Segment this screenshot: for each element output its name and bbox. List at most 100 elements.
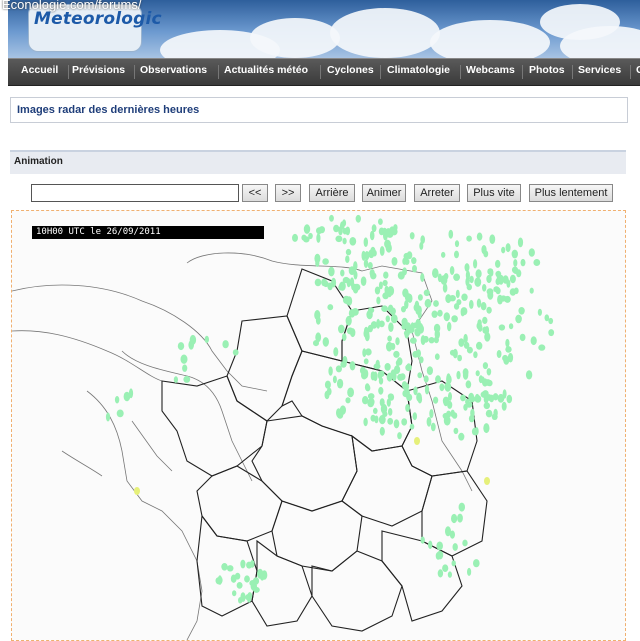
radar-echo [442,283,448,293]
nav-item-climatologie[interactable]: Climatologie [387,64,450,76]
radar-echo [226,565,234,572]
radar-echo [387,393,394,400]
slower-button[interactable]: Plus lentement [529,184,613,202]
radar-echo [114,396,120,404]
radar-echo [497,294,503,305]
radar-echo [204,335,209,343]
radar-echo [453,303,460,310]
radar-echo [333,347,339,357]
radar-echo [379,246,385,256]
nav-item-cyclones[interactable]: Cyclones [327,64,374,76]
radar-echo [474,427,479,436]
radar-echo [417,294,423,301]
radar-timestamp: 10H00 UTC le 26/09/2011 [36,227,161,237]
radar-echo [373,407,378,414]
radar-echo [444,381,452,392]
nav-item-services[interactable]: Services [578,64,621,76]
radar-echo [428,337,435,344]
radar-echo [525,370,533,380]
radar-echo [502,354,509,362]
radar-echo [434,329,440,340]
radar-echo [519,333,526,342]
nav-item-observations[interactable]: Observations [140,64,207,76]
radar-echo [452,543,458,551]
radar-echo [429,409,434,419]
radar-echo [405,364,412,372]
radar-echo [410,322,415,332]
radar-echo [338,284,345,291]
radar-echo [303,224,311,234]
radar-echo [530,336,537,346]
radar-echo [457,354,462,362]
frame-input[interactable] [31,184,239,202]
radar-echo [473,259,478,269]
radar-echo [433,396,439,404]
radar-echo [464,263,470,272]
left-margin [0,84,8,641]
nav-item-webcams[interactable]: Webcams [466,64,515,76]
nav-separator [572,65,573,79]
radar-echo [517,237,524,248]
previous-frame-button[interactable]: << [242,184,268,202]
radar-echo [412,265,417,273]
radar-echo [245,594,250,601]
radar-echo [458,338,465,347]
radar-echo [388,408,393,416]
radar-echo [511,249,518,259]
next-frame-button[interactable]: >> [275,184,301,202]
radar-echo [399,373,406,381]
radar-echo [338,324,345,334]
radar-echo [367,262,373,269]
radar-echo [387,417,394,425]
radar-echo [292,233,298,242]
nav-item-accueil[interactable]: Accueil [21,64,58,76]
region-borders [161,268,488,632]
radar-echo [362,396,369,405]
radar-echo [240,559,246,569]
animation-controls: << >> Arrière Animer Arreter Plus vite P… [0,184,640,204]
radar-echo [483,402,490,410]
radar-echo [456,370,461,380]
nav-item-previsions[interactable]: Prévisions [72,64,125,76]
faster-button[interactable]: Plus vite [467,184,521,202]
radar-image: 10H00 UTC le 26/09/2011 [11,210,626,641]
radar-echo [215,577,223,585]
radar-echo [388,322,394,332]
radar-echo [173,376,178,383]
radar-echo [451,315,458,323]
radar-echo [424,298,432,308]
radar-echo [338,226,343,236]
radar-echo [482,316,488,324]
radar-echo [385,315,390,323]
site-logo-text[interactable]: Meteorologic [34,9,162,29]
radar-echo-strong [134,487,140,495]
radar-echo [405,404,410,412]
nav-item-photos[interactable]: Photos [529,64,565,76]
radar-echo [384,363,391,371]
radar-echo [460,394,466,402]
radar-echo [465,380,472,389]
radar-echo [182,364,188,372]
radar-echo [393,419,400,429]
radar-echo [370,246,376,257]
radar-echo [458,502,465,512]
radar-echo [342,237,347,245]
cloud-shape [250,18,340,58]
radar-echo [230,574,237,583]
cloud-shape [430,20,550,58]
stop-button[interactable]: Arreter [414,184,460,202]
nav-item-actualites[interactable]: Actualités météo [224,64,308,76]
radar-echo [469,275,474,284]
radar-echo [363,358,369,365]
backward-button[interactable]: Arrière [309,184,355,202]
radar-echo [509,288,517,296]
radar-echo [361,250,366,261]
nav-item-overflow[interactable]: C [636,64,640,76]
radar-echo [322,337,329,347]
animate-button[interactable]: Animer [362,184,406,202]
radar-echo [375,359,380,367]
radar-echo [528,248,535,257]
radar-echo [447,321,452,332]
radar-echo [395,337,400,346]
radar-echo [453,273,460,281]
